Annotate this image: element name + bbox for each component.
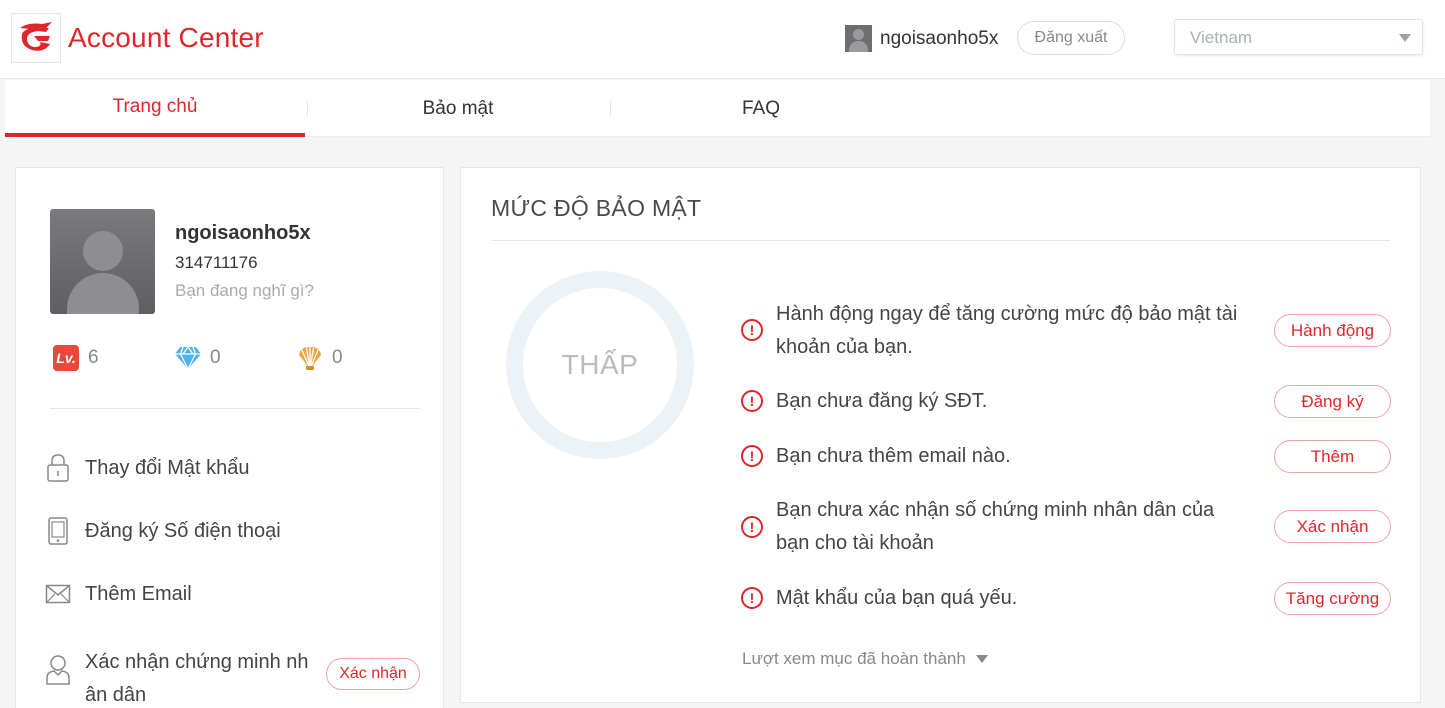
warning-icon: !: [741, 587, 763, 609]
task-text: Bạn chưa xác nhận số chứng minh nhân dân…: [776, 499, 1215, 554]
warning-icon: !: [741, 445, 763, 467]
status-prompt[interactable]: Bạn đang nghĩ gì?: [175, 281, 314, 301]
envelope-icon: [45, 579, 71, 609]
task-add-button[interactable]: Thêm: [1274, 440, 1391, 473]
caret-down-icon: [975, 655, 988, 663]
menu-change-password[interactable]: Thay đổi Mật khẩu: [45, 453, 250, 483]
task-text: Bạn chưa đăng ký SĐT.: [776, 390, 988, 412]
tab-home[interactable]: Trang chủ: [5, 80, 305, 137]
level-value: 6: [88, 347, 99, 368]
language-value: Vietnam: [1190, 28, 1253, 47]
security-level-ring: THẤP: [506, 271, 694, 459]
completed-items-label: Lượt xem mục đã hoàn thành: [742, 649, 966, 668]
security-task: ! Bạn chưa đăng ký SĐT. Đăng ký: [741, 384, 1391, 420]
tab-faq[interactable]: FAQ: [611, 80, 911, 137]
shell-stat: 0: [296, 344, 343, 372]
tab-security[interactable]: Bảo mật: [308, 80, 608, 137]
profile-id: 314711176: [175, 253, 258, 272]
shell-value: 0: [332, 347, 343, 368]
security-task: ! Bạn chưa thêm email nào. Thêm: [741, 439, 1391, 475]
profile-name: ngoisaonho5x: [175, 222, 311, 244]
security-title: MỨC ĐỘ BẢO MẬT: [491, 195, 702, 221]
header-username: ngoisaonho5x: [880, 27, 999, 49]
diamond-icon: [174, 344, 202, 372]
shell-icon: [296, 344, 324, 372]
user-chip[interactable]: ngoisaonho5x: [845, 25, 998, 52]
level-stat: Lv. 6: [52, 344, 99, 372]
logout-button[interactable]: Đăng xuất: [1017, 21, 1125, 55]
task-verify-button[interactable]: Xác nhận: [1274, 510, 1391, 543]
menu-label: Thêm Email: [85, 582, 192, 605]
security-card: MỨC ĐỘ BẢO MẬT THẤP ! Hành động ngay để …: [460, 167, 1421, 703]
menu-register-phone[interactable]: Đăng ký Số điện thoại: [45, 516, 281, 546]
completed-items-toggle[interactable]: Lượt xem mục đã hoàn thành: [742, 649, 988, 669]
menu-label: Thay đổi Mật khẩu: [85, 456, 250, 479]
level-icon: Lv.: [53, 345, 79, 371]
task-text: Hành động ngay để tăng cường mức độ bảo …: [776, 303, 1238, 358]
top-header: Account Center ngoisaonho5x Đăng xuất Vi…: [0, 0, 1445, 79]
task-register-button[interactable]: Đăng ký: [1274, 385, 1391, 418]
menu-label: Đăng ký Số điện thoại: [85, 519, 281, 542]
profile-card: ngoisaonho5x 314711176 Bạn đang nghĩ gì?…: [15, 167, 444, 708]
garena-logo-icon[interactable]: [11, 13, 61, 63]
menu-verify-id-icon-wrap[interactable]: [45, 654, 85, 685]
task-text: Mật khẩu của bạn quá yếu.: [776, 587, 1018, 609]
warning-icon: !: [741, 319, 763, 341]
security-task: ! Bạn chưa xác nhận số chứng minh nhân d…: [741, 494, 1391, 560]
security-task: ! Mật khẩu của bạn quá yếu. Tăng cường: [741, 581, 1391, 617]
profile-avatar[interactable]: [50, 209, 155, 314]
menu-add-email[interactable]: Thêm Email: [45, 579, 192, 609]
lock-icon: [45, 453, 71, 483]
avatar: [845, 25, 872, 52]
security-level: THẤP: [561, 349, 639, 380]
brand-title: Account Center: [68, 22, 264, 53]
verify-id-button[interactable]: Xác nhận: [326, 658, 420, 690]
warning-icon: !: [741, 390, 763, 412]
divider: [491, 240, 1390, 241]
task-strengthen-button[interactable]: Tăng cường: [1274, 582, 1391, 615]
warning-icon: !: [741, 516, 763, 538]
task-action-button[interactable]: Hành động: [1274, 314, 1391, 347]
security-task: ! Hành động ngay để tăng cường mức độ bả…: [741, 298, 1391, 364]
task-text: Bạn chưa thêm email nào.: [776, 445, 1011, 467]
phone-icon: [45, 516, 71, 546]
main-tabs: Trang chủ Bảo mật FAQ: [5, 80, 1430, 137]
menu-verify-id[interactable]: Xác nhận chứng minh nhân dân: [85, 646, 317, 708]
user-icon: [45, 654, 71, 685]
diamond-stat: 0: [174, 344, 221, 372]
language-select[interactable]: Vietnam: [1174, 19, 1423, 55]
chevron-down-icon: [1399, 34, 1411, 42]
diamond-value: 0: [210, 347, 221, 368]
divider: [50, 408, 420, 409]
